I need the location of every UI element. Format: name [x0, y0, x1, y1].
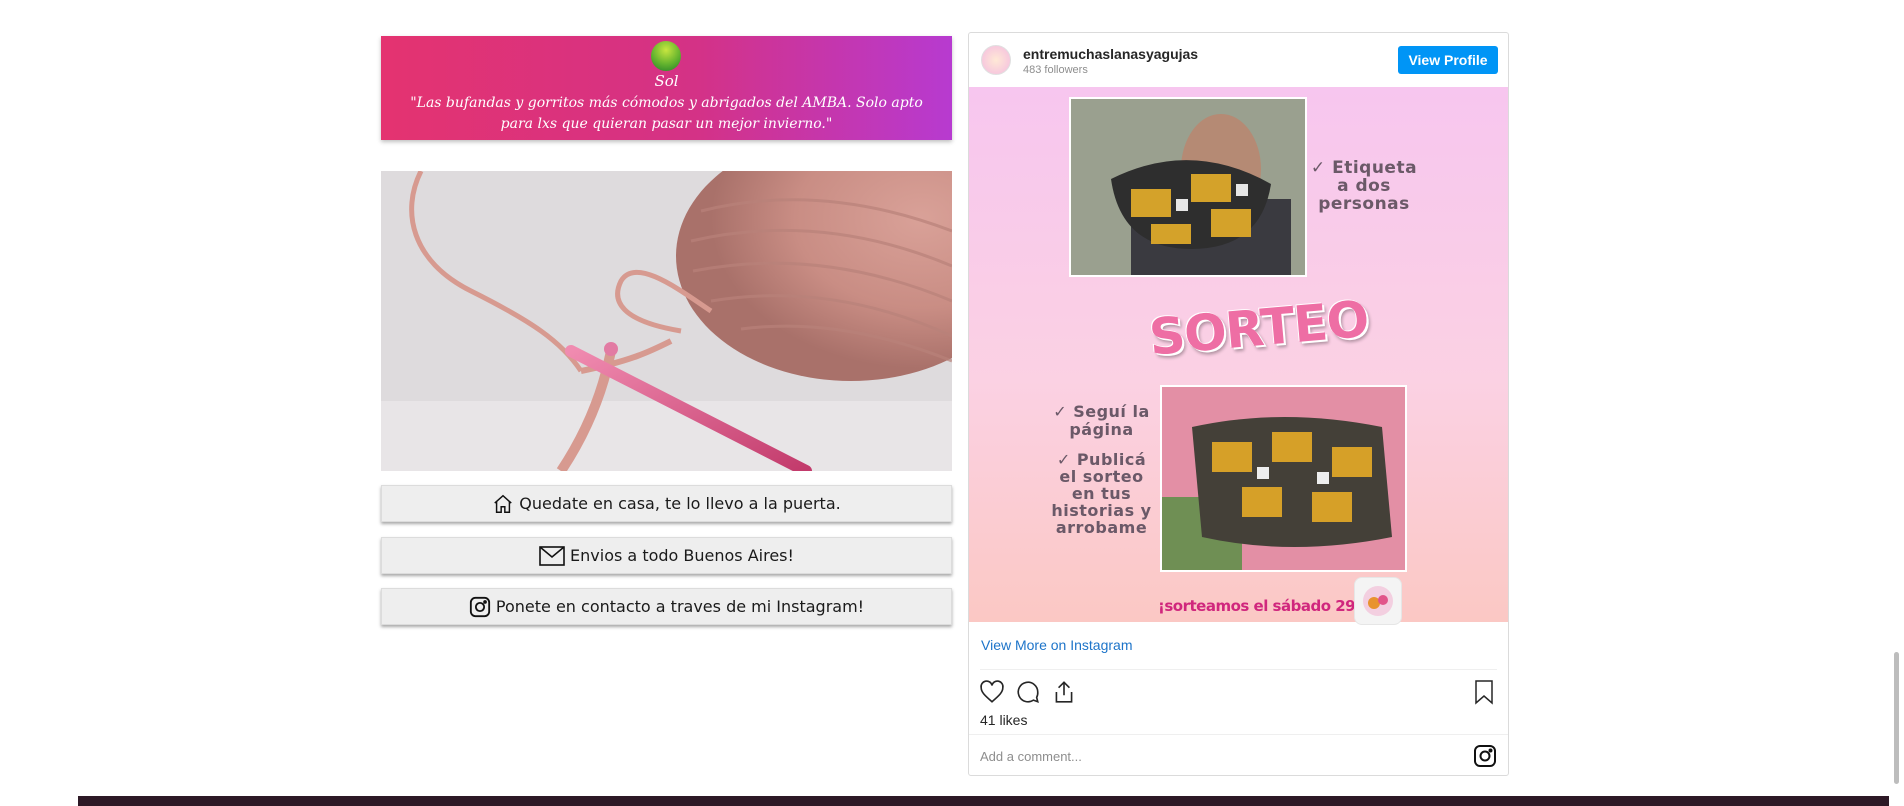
post-text-publish: ✓ Publicá el sorteo en tus historias y a…	[1051, 450, 1152, 537]
instagram-logo-icon[interactable]	[1473, 744, 1497, 773]
shipping-button[interactable]: Envios a todo Buenos Aires!	[381, 537, 952, 574]
post-draw-date: ¡sorteamos el sábado 29/05!	[1158, 597, 1387, 615]
footer-bar	[78, 796, 1904, 806]
quote-banner: Sol "Las bufandas y gorritos más cómodos…	[381, 36, 952, 140]
bookmark-icon[interactable]	[1472, 679, 1496, 710]
home-delivery-button[interactable]: Quedate en casa, te lo llevo a la puerta…	[381, 485, 952, 522]
home-delivery-label: Quedate en casa, te lo llevo a la puerta…	[519, 494, 841, 513]
likes-count: 41 likes	[980, 712, 1028, 728]
author-avatar	[651, 41, 681, 71]
page-scrollbar[interactable]	[1889, 0, 1904, 806]
scarf-photo-top	[1069, 97, 1307, 277]
contact-instagram-label: Ponete en contacto a traves de mi Instag…	[495, 597, 865, 616]
instagram-icon	[469, 596, 491, 618]
view-profile-button[interactable]: View Profile	[1398, 46, 1498, 74]
profile-avatar[interactable]	[981, 45, 1011, 75]
profile-followers: 483 followers	[1023, 64, 1088, 76]
share-icon[interactable]	[1051, 679, 1077, 710]
add-comment-field[interactable]: Add a comment...	[980, 749, 1082, 764]
profile-username[interactable]: entremuchaslanasyagujas	[1023, 46, 1198, 62]
instagram-post-image[interactable]: ✓ Etiqueta a dos personas SORTEO ✓ Seguí…	[969, 87, 1508, 625]
scrollbar-thumb[interactable]	[1894, 652, 1899, 784]
post-text-tag: ✓ Etiqueta a dos personas	[1310, 158, 1418, 214]
author-name: Sol	[654, 72, 679, 90]
divider	[980, 669, 1497, 670]
author-quote: "Las bufandas y gorritos más cómodos y a…	[410, 95, 923, 132]
view-more-link[interactable]: View More on Instagram	[981, 637, 1132, 653]
instagram-embed: entremuchaslanasyagujas 483 followers Vi…	[968, 32, 1509, 776]
contact-instagram-button[interactable]: Ponete en contacto a traves de mi Instag…	[381, 588, 952, 625]
post-actions	[979, 679, 1498, 709]
comment-icon[interactable]	[1015, 679, 1041, 710]
house-icon	[492, 493, 514, 515]
instagram-header: entremuchaslanasyagujas 483 followers Vi…	[969, 33, 1508, 87]
scarf-photo-bottom	[1160, 385, 1407, 572]
shipping-label: Envios a todo Buenos Aires!	[570, 546, 794, 565]
envelope-icon	[539, 545, 565, 566]
divider	[969, 734, 1508, 735]
post-text-follow: ✓ Seguí la página	[1053, 402, 1150, 439]
brand-logo	[1354, 577, 1402, 625]
yarn-crochet-photo	[381, 171, 952, 471]
heart-icon[interactable]	[979, 679, 1005, 710]
page: Sol "Las bufandas y gorritos más cómodos…	[0, 0, 1904, 806]
post-title-sorteo: SORTEO	[1146, 289, 1371, 367]
